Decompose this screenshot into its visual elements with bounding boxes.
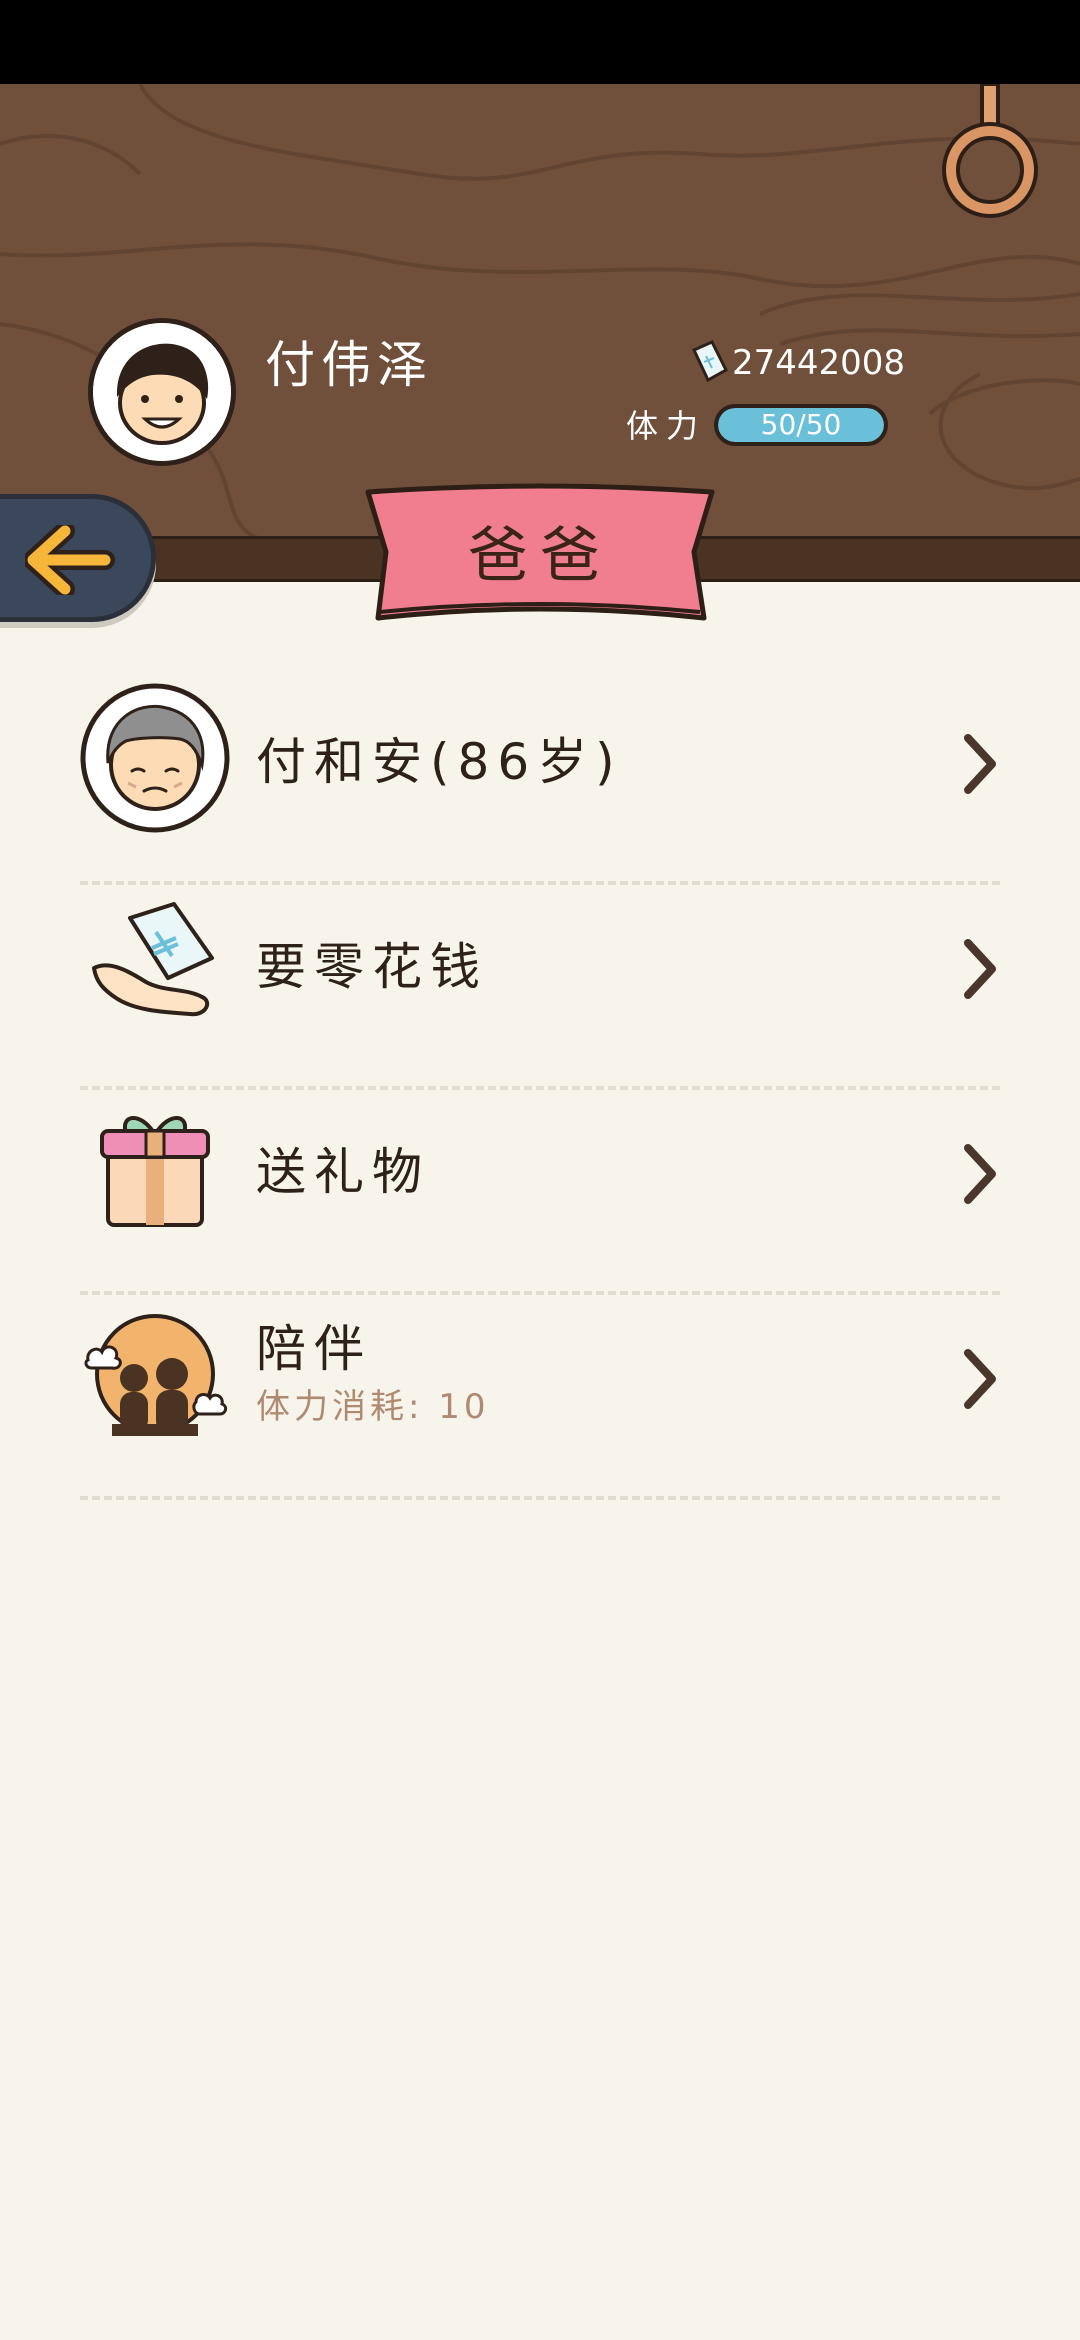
chevron-right-icon [964,939,996,999]
family-companion-icon [84,1314,228,1436]
menu-item-send-gift[interactable]: 送礼物 [80,1090,1000,1295]
status-bar [0,0,1080,84]
grandpa-avatar-icon [80,683,230,833]
game-screen: 付伟泽 27442008 体力 50/50 爸爸 付和安(86岁) 要零花钱 送… [0,0,1080,2340]
chevron-right-icon [964,1144,996,1204]
stamina-bar: 50/50 [714,404,888,446]
back-arrow-icon [25,525,115,595]
chevron-right-icon [964,1349,996,1409]
hanging-ring-icon[interactable] [935,84,1045,229]
money-hand-icon [92,902,214,1017]
menu-list: 付和安(86岁) 要零花钱 送礼物 陪伴 体力消耗: 10 [80,680,1000,1500]
menu-item-ask-allowance[interactable]: 要零花钱 [80,885,1000,1090]
stamina-cost-label: 体力消耗: 10 [256,1387,490,1427]
boy-face-icon [93,323,231,461]
ask-allowance-label: 要零花钱 [256,938,488,996]
menu-item-grandpa[interactable]: 付和安(86岁) [80,680,1000,885]
back-button[interactable] [0,494,156,622]
player-name: 付伟泽 [265,336,433,394]
player-avatar[interactable] [88,318,236,466]
accompany-label: 陪伴 [256,1320,372,1378]
money-bill-icon [691,340,728,383]
title-banner: 爸爸 [360,482,720,630]
money-balance: 27442008 [732,343,906,383]
chevron-right-icon [964,734,996,794]
gift-icon [100,1116,210,1227]
menu-item-accompany[interactable]: 陪伴 体力消耗: 10 [80,1295,1000,1500]
stamina-label: 体力 [626,407,707,445]
send-gift-label: 送礼物 [256,1143,430,1201]
wood-grain-decoration [0,84,1080,539]
wood-header [0,84,1080,539]
grandpa-name-label: 付和安(86岁) [256,733,623,791]
stamina-value: 50/50 [760,408,842,441]
page-title: 爸爸 [468,521,612,591]
